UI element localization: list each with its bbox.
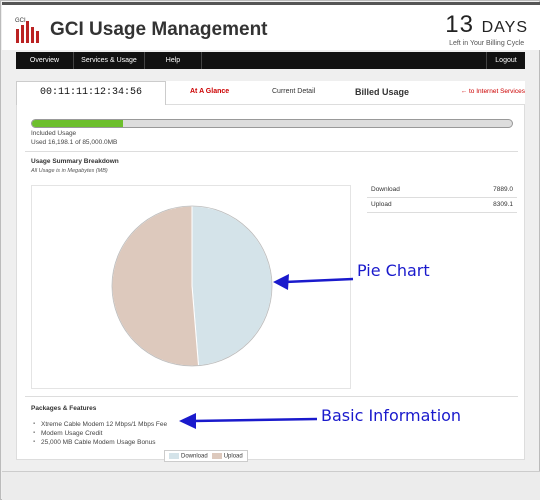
session-timer: 00:11:11:12:34:56: [16, 81, 166, 105]
pie-slice-upload: [111, 205, 200, 367]
pie-annotation-arrow: [273, 274, 354, 290]
legend-label: Download: [181, 453, 208, 460]
summary-subtitle: All Usage is in Megabytes (MB): [31, 168, 108, 174]
legend-item-download: Download: [169, 452, 208, 460]
info-annotation-arrow: [179, 413, 318, 429]
feature-item: Modem Usage Credit: [31, 429, 167, 438]
billing-cycle-counter: 13 Days Left in Your Billing Cycle: [445, 13, 528, 48]
features-title: Packages & Features: [31, 405, 97, 412]
nav-overview[interactable]: Overview: [16, 52, 73, 69]
stat-label: Download: [371, 186, 400, 193]
legend-swatch: [211, 452, 222, 459]
pie-slice-download: [191, 205, 273, 367]
legend-item-upload: Upload: [211, 452, 243, 460]
logout-button[interactable]: Logout: [487, 52, 525, 69]
nav-divider: [201, 52, 202, 69]
feature-item: Xtreme Cable Modem 12 Mbps/1 Mbps Fee: [31, 420, 167, 429]
tab-current-detail[interactable]: Current Detail: [272, 88, 315, 95]
stat-value: 8309.1: [493, 201, 513, 208]
nav-services-usage[interactable]: Services & Usage: [74, 52, 144, 69]
legend-label: Upload: [223, 453, 243, 460]
days-word: Days: [481, 19, 528, 36]
stat-value: 7889.0: [493, 186, 513, 193]
tab-at-a-glance[interactable]: At A Glance: [190, 88, 229, 95]
days-number: 13: [445, 11, 474, 38]
included-usage-detail: Used 16,198.1 of 85,000.0MB: [31, 139, 118, 146]
footer: [2, 471, 540, 500]
feature-item: 25,000 MB Cable Modem Usage Bonus: [31, 438, 167, 447]
main-nav: Overview Services & Usage Help Logout: [16, 52, 525, 69]
basic-info-annotation: Basic Information: [321, 406, 462, 425]
header: GCI GCI Usage Management 13 Days Left in…: [2, 2, 540, 50]
pie-chart-annotation: Pie Chart: [357, 261, 430, 280]
stat-row-upload: Upload 8309.1: [367, 198, 517, 213]
stat-label: Upload: [371, 201, 392, 208]
packages-features: Packages & Features Xtreme Cable Modem 1…: [31, 405, 167, 447]
svg-text:GCI: GCI: [15, 18, 26, 24]
usage-stats-table: Download 7889.0 Upload 8309.1: [367, 183, 517, 213]
gci-logo: GCI: [15, 18, 39, 43]
chart-legend: Download Upload: [164, 450, 248, 462]
tab-bar: 00:11:11:12:34:56 At A Glance Current De…: [16, 81, 525, 105]
included-usage-label: Included Usage: [31, 130, 77, 137]
app-title: GCI Usage Management: [50, 19, 268, 40]
back-to-internet-services-link[interactable]: ← to Internet Services: [461, 88, 525, 95]
app-window: GCI GCI Usage Management 13 Days Left in…: [0, 0, 540, 500]
days-caption: Left in Your Billing Cycle: [449, 40, 525, 47]
summary-title: Usage Summary Breakdown: [31, 158, 119, 165]
usage-progress-bar: [31, 119, 513, 128]
divider: [25, 151, 518, 152]
legend-swatch: [169, 452, 179, 459]
tab-billed-usage[interactable]: Billed Usage: [355, 87, 409, 97]
nav-help[interactable]: Help: [145, 52, 201, 69]
divider: [25, 396, 518, 397]
stat-row-download: Download 7889.0: [367, 183, 517, 198]
usage-progress-fill: [32, 120, 124, 127]
days-count: 13 Days: [445, 13, 528, 40]
